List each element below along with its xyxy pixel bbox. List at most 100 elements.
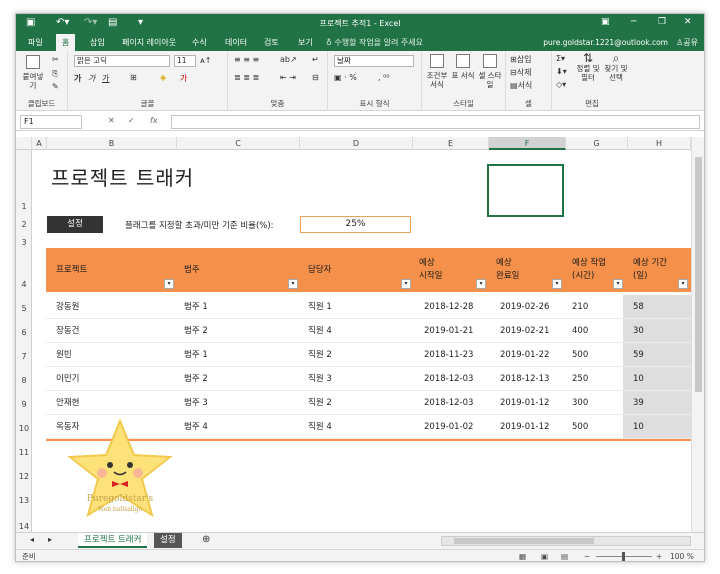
font-size-select[interactable]: 11: [174, 55, 196, 67]
ribbon-display-icon[interactable]: ▣: [601, 17, 610, 27]
cell-owner[interactable]: 직원 3: [308, 367, 332, 391]
account-email[interactable]: pure.goldstar.1221@outlook.com: [543, 34, 668, 51]
minimize-icon[interactable]: ─: [631, 17, 636, 27]
grow-font-icon[interactable]: ᴀ↑: [200, 56, 211, 65]
filter-dropdown-icon[interactable]: ▾: [613, 279, 623, 289]
col-header-d[interactable]: D: [300, 137, 413, 150]
row-header[interactable]: 6: [16, 328, 32, 337]
delete-cells-button[interactable]: ⊟삭제: [510, 67, 531, 78]
underline-icon[interactable]: 가: [102, 73, 109, 84]
zoom-slider-thumb[interactable]: [622, 552, 625, 561]
filter-dropdown-icon[interactable]: ▾: [288, 279, 298, 289]
merge-icon[interactable]: ⊟: [312, 73, 319, 82]
cell-work[interactable]: 250: [572, 367, 588, 391]
cell-owner[interactable]: 직원 2: [308, 391, 332, 415]
cell-start[interactable]: 2018-12-28: [424, 295, 473, 319]
cell-duration[interactable]: 39: [633, 391, 644, 415]
format-painter-icon[interactable]: ✎: [52, 82, 59, 91]
filter-dropdown-icon[interactable]: ▾: [552, 279, 562, 289]
cell-end[interactable]: 2019-01-12: [500, 391, 549, 415]
cell-end[interactable]: 2019-02-26: [500, 295, 549, 319]
tab-page-layout[interactable]: 페이지 레이아웃: [116, 34, 182, 51]
indent-icon[interactable]: ⇤ ⇥: [280, 73, 296, 82]
col-header-c[interactable]: C: [177, 137, 300, 150]
cell-end[interactable]: 2019-01-12: [500, 415, 549, 439]
cell-duration[interactable]: 58: [633, 295, 644, 319]
copy-icon[interactable]: ⎘: [52, 69, 58, 79]
filter-dropdown-icon[interactable]: ▾: [476, 279, 486, 289]
zoom-slider[interactable]: [596, 552, 652, 561]
cell-category[interactable]: 범주 3: [184, 391, 208, 415]
tell-me-box[interactable]: ♁ 수행할 작업을 알려 주세요: [326, 34, 423, 51]
cell-work[interactable]: 500: [572, 415, 588, 439]
row-header[interactable]: 8: [16, 376, 32, 385]
cell-owner[interactable]: 직원 2: [308, 343, 332, 367]
comma-icon[interactable]: , ⁰⁰: [378, 73, 390, 82]
row-header[interactable]: 11: [16, 448, 32, 457]
page-layout-view-icon[interactable]: ▣: [541, 550, 548, 561]
cell-project[interactable]: 안재현: [56, 391, 79, 415]
formula-input[interactable]: [171, 115, 700, 129]
zoom-in-icon[interactable]: +: [656, 550, 662, 561]
cell-end[interactable]: 2019-02-21: [500, 319, 549, 343]
col-header-e[interactable]: E: [413, 137, 489, 150]
zoom-out-icon[interactable]: −: [584, 550, 590, 561]
align-top-icon[interactable]: ≡ ≡ ≡: [234, 55, 259, 64]
wrap-text-icon[interactable]: ↵: [312, 55, 319, 64]
add-sheet-icon[interactable]: ⊕: [202, 534, 210, 545]
font-name-select[interactable]: 맑은 고딕: [74, 55, 170, 67]
row-header[interactable]: 12: [16, 472, 32, 481]
restore-icon[interactable]: ❐: [658, 17, 666, 27]
cell-start[interactable]: 2018-12-03: [424, 391, 473, 415]
row-header[interactable]: 2: [16, 220, 32, 229]
orientation-icon[interactable]: ab↗: [280, 55, 297, 64]
conditional-format-button[interactable]: 조건부 서식: [424, 54, 450, 89]
tab-review[interactable]: 검토: [258, 34, 285, 51]
settings-button[interactable]: 설정: [47, 216, 103, 233]
cut-icon[interactable]: ✂: [52, 55, 59, 64]
row-header[interactable]: 1: [16, 202, 32, 211]
page-break-view-icon[interactable]: ▤: [561, 550, 568, 561]
filter-dropdown-icon[interactable]: ▾: [401, 279, 411, 289]
number-format-select[interactable]: 날짜: [334, 55, 414, 67]
format-cells-button[interactable]: ▤서식: [510, 80, 532, 91]
fill-icon[interactable]: ⬇▾: [556, 67, 567, 76]
scroll-thumb[interactable]: [695, 157, 702, 392]
cell-duration[interactable]: 59: [633, 343, 644, 367]
cell-category[interactable]: 범주 2: [184, 367, 208, 391]
tab-formulas[interactable]: 수식: [186, 34, 213, 51]
insert-cells-button[interactable]: ⊞삽입: [510, 54, 531, 65]
normal-view-icon[interactable]: ▦: [519, 550, 526, 561]
row-header[interactable]: 7: [16, 352, 32, 361]
sheet-tab-tracker[interactable]: 프로젝트 트래커: [78, 533, 148, 548]
tab-home[interactable]: 홈: [56, 34, 76, 51]
next-sheet-icon[interactable]: ▸: [48, 535, 52, 544]
cell-start[interactable]: 2018-11-23: [424, 343, 473, 367]
threshold-value-cell[interactable]: 25%: [300, 216, 411, 233]
row-header[interactable]: 9: [16, 400, 32, 409]
cell-duration[interactable]: 10: [633, 415, 644, 439]
italic-icon[interactable]: 가: [88, 73, 95, 84]
table-row[interactable]: 원빈 범주 1 직원 2 2018-11-23 2019-01-22 500 5…: [46, 343, 691, 367]
h-scroll-thumb[interactable]: [454, 538, 594, 544]
cell-owner[interactable]: 직원 4: [308, 415, 332, 439]
selected-cell-f1[interactable]: [487, 164, 564, 217]
paste-button[interactable]: 붙여넣기: [20, 55, 46, 90]
tab-file[interactable]: 파일: [22, 34, 49, 51]
border-icon[interactable]: ⊞: [130, 73, 137, 82]
table-row[interactable]: 장동건 범주 2 직원 4 2019-01-21 2019-02-21 400 …: [46, 319, 691, 343]
col-header-a[interactable]: A: [32, 137, 47, 150]
row-header[interactable]: 14: [16, 522, 32, 531]
cell-work[interactable]: 500: [572, 343, 588, 367]
row-header[interactable]: 4: [16, 280, 32, 289]
cell-end[interactable]: 2019-01-22: [500, 343, 549, 367]
currency-icon[interactable]: ▣ · %: [334, 73, 357, 82]
bold-icon[interactable]: 가: [74, 73, 81, 84]
name-box[interactable]: F1: [20, 115, 82, 129]
col-header-h[interactable]: H: [628, 137, 691, 150]
table-row[interactable]: 이민기 범주 2 직원 3 2018-12-03 2018-12-13 250 …: [46, 367, 691, 391]
vertical-scrollbar[interactable]: [691, 137, 704, 532]
cell-project[interactable]: 이민기: [56, 367, 79, 391]
cell-project[interactable]: 장동건: [56, 319, 79, 343]
insert-function-icon[interactable]: fx: [150, 116, 158, 125]
